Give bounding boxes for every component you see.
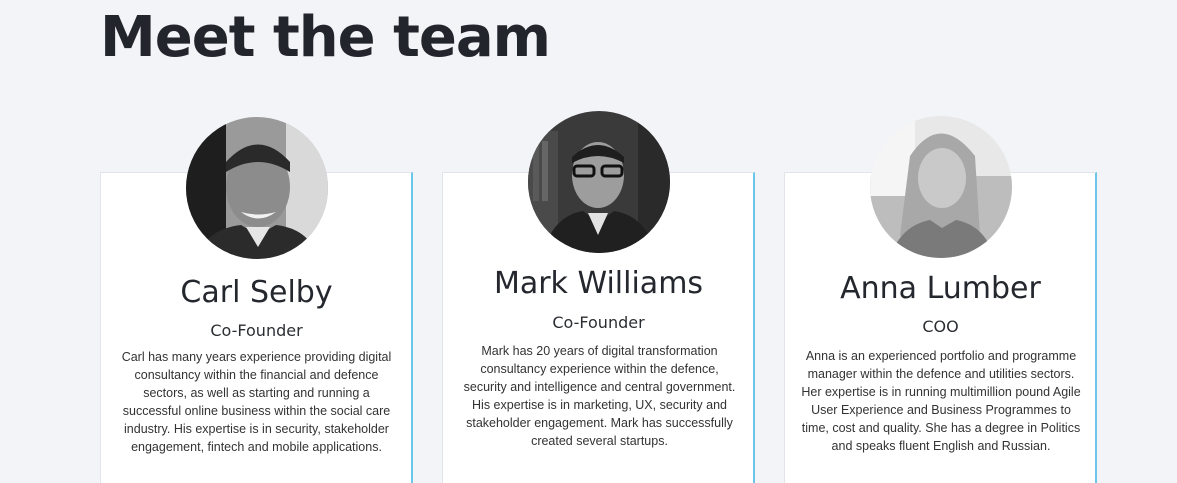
avatar-photo (186, 117, 328, 259)
member-role: COO (922, 317, 959, 336)
member-bio: Carl has many years experience providing… (121, 350, 392, 454)
avatar-photo (870, 116, 1012, 258)
avatar-photo (528, 111, 670, 253)
member-bio: Anna is an experienced portfolio and pro… (801, 349, 1081, 453)
member-bio: Mark has 20 years of digital transformat… (463, 344, 736, 448)
member-name: Mark Williams (493, 266, 704, 301)
member-role: Co-Founder (552, 313, 645, 332)
member-name: Carl Selby (180, 275, 333, 310)
member-name: Anna Lumber (840, 271, 1041, 306)
section-title: Meet the team (100, 5, 551, 70)
team-section: Meet the team Carl Selby Co-Founder Carl… (0, 0, 1177, 483)
member-role: Co-Founder (210, 321, 303, 340)
